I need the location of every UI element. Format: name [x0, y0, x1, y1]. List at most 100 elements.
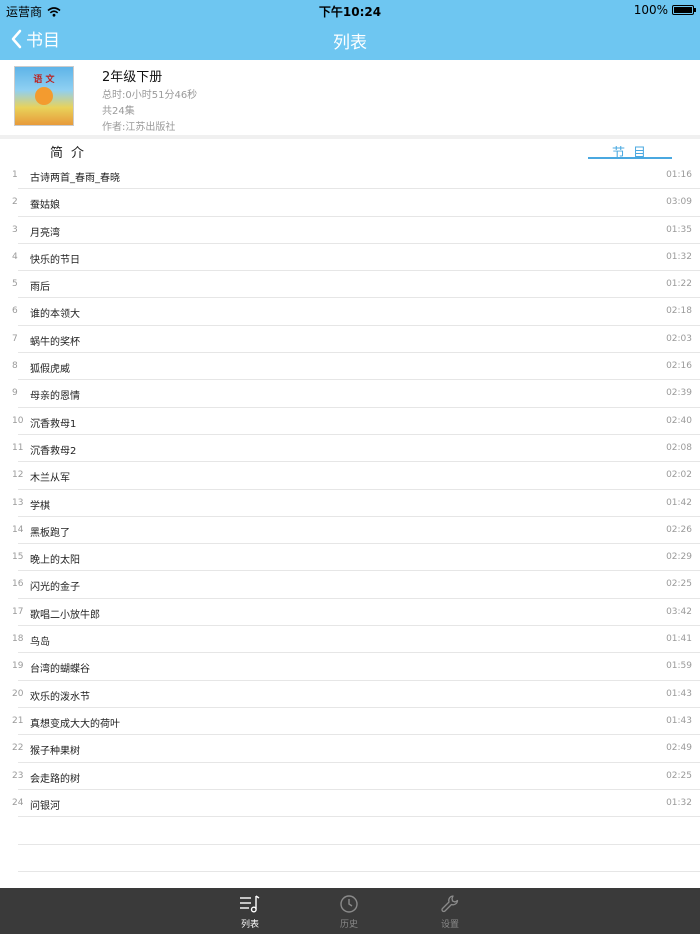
episode-duration: 02:16 — [666, 361, 692, 372]
tabbar-label-settings: 设置 — [440, 920, 459, 930]
episode-duration: 03:42 — [666, 606, 692, 617]
episode-number: 9 — [12, 388, 18, 399]
list-item[interactable]: 17 歌唱二小放牛郎 03:42 — [0, 599, 700, 627]
episode-title: 蜗牛的奖杯 — [30, 336, 80, 348]
book-title: 2年级下册 — [102, 70, 163, 85]
list-item[interactable]: 24 问银河 01:32 — [0, 790, 700, 818]
episode-duration: 01:16 — [666, 170, 692, 180]
tabbar-item-settings[interactable]: 设置 — [430, 894, 470, 930]
episode-title: 真想变成大大的荷叶 — [30, 718, 120, 730]
list-item[interactable]: 21 真想变成大大的荷叶 01:43 — [0, 708, 700, 736]
list-item[interactable]: 22 猴子种果树 02:49 — [0, 735, 700, 763]
episode-duration: 01:32 — [666, 797, 692, 808]
wrench-icon — [441, 895, 459, 913]
cover-title: 语 文 — [33, 75, 55, 85]
episode-title: 黑板跑了 — [30, 527, 70, 539]
book-cover: 语 文 — [14, 66, 74, 126]
episode-duration: 02:02 — [666, 470, 692, 481]
episode-duration: 02:39 — [666, 388, 692, 399]
episode-title: 会走路的树 — [30, 773, 80, 785]
episode-title: 谁的本领大 — [30, 309, 80, 321]
list-item[interactable]: 23 会走路的树 02:25 — [0, 763, 700, 790]
episode-number: 24 — [12, 797, 24, 808]
navigation-bar: 书目 列表 — [0, 20, 700, 60]
episode-title: 蚕姑娘 — [30, 200, 60, 212]
episode-duration: 01:35 — [666, 224, 692, 235]
status-bar: 运营商 下午10:24 100% — [0, 0, 700, 20]
tabbar-label-list: 列表 — [240, 920, 259, 930]
list-separator — [18, 844, 700, 845]
list-item[interactable]: 19 台湾的蝴蝶谷 01:59 — [0, 653, 700, 681]
list-item[interactable]: 20 欢乐的泼水节 01:43 — [0, 681, 700, 708]
episode-number: 13 — [12, 497, 24, 508]
list-item[interactable]: 8 狐假虎威 02:16 — [0, 353, 700, 381]
episode-number: 7 — [12, 333, 18, 344]
episode-number: 14 — [12, 524, 24, 535]
list-item[interactable]: 18 鸟岛 01:41 — [0, 626, 700, 654]
episode-title: 古诗两首_春雨_春晓 — [30, 173, 120, 184]
episode-number: 1 — [12, 170, 18, 180]
episode-duration: 01:32 — [666, 251, 692, 262]
tab-intro[interactable]: 简介 — [50, 142, 92, 161]
episode-number: 20 — [12, 688, 24, 699]
episode-duration: 02:49 — [666, 743, 692, 754]
list-item[interactable]: 7 蜗牛的奖杯 02:03 — [0, 326, 700, 354]
list-item[interactable]: 3 月亮湾 01:35 — [0, 217, 700, 244]
episode-number: 19 — [12, 661, 24, 672]
episode-duration: 01:41 — [666, 634, 692, 645]
top-header: 运营商 下午10:24 100% 书目 列表 — [0, 0, 700, 60]
list-item[interactable]: 11 沉香救母2 02:08 — [0, 435, 700, 463]
list-item[interactable]: 6 谁的本领大 02:18 — [0, 298, 700, 326]
list-item[interactable]: 2 蚕姑娘 03:09 — [0, 189, 700, 217]
episode-title: 闪光的金子 — [30, 582, 80, 594]
episode-duration: 02:25 — [666, 770, 692, 781]
episode-duration: 02:26 — [666, 524, 692, 535]
episode-duration: 01:59 — [666, 661, 692, 672]
episode-title: 狐假虎威 — [30, 364, 70, 376]
episode-number: 12 — [12, 470, 24, 481]
episode-duration: 02:29 — [666, 552, 692, 563]
episode-title: 木兰从军 — [30, 473, 70, 485]
list-item[interactable]: 4 快乐的节日 01:32 — [0, 244, 700, 272]
tabbar-item-history[interactable]: 历史 — [329, 894, 369, 930]
episode-title: 猴子种果树 — [30, 746, 80, 758]
list-item[interactable]: 12 木兰从军 02:02 — [0, 462, 700, 490]
episode-duration: 02:03 — [666, 333, 692, 344]
book-episode-count: 共24集 — [102, 106, 135, 117]
list-item[interactable]: 16 闪光的金子 02:25 — [0, 571, 700, 599]
episode-number: 4 — [12, 251, 18, 262]
episode-list: 1 古诗两首_春雨_春晓 01:16 2 蚕姑娘 03:09 3 月亮湾 01:35 4 快乐的节日… — [0, 162, 700, 818]
book-author: 作者:江苏出版社 — [102, 122, 176, 133]
episode-title: 晚上的太阳 — [30, 555, 80, 567]
page-title: 列表 — [333, 33, 367, 53]
episode-duration: 02:40 — [666, 415, 692, 426]
list-item[interactable]: 1 古诗两首_春雨_春晓 01:16 — [0, 162, 700, 190]
episode-title: 月亮湾 — [30, 227, 60, 239]
episode-number: 16 — [12, 579, 24, 590]
book-header: 语 文 2年级下册 总时:0小时51分46秒 共24集 作者:江苏出版社 — [0, 60, 700, 135]
list-separator — [18, 871, 700, 872]
list-item[interactable]: 9 母亲的恩情 02:39 — [0, 380, 700, 408]
list-item[interactable]: 15 晚上的太阳 02:29 — [0, 544, 700, 572]
tabbar-label-history: 历史 — [339, 920, 358, 930]
episode-number: 18 — [12, 634, 24, 645]
list-item[interactable]: 5 雨后 01:22 — [0, 271, 700, 299]
episode-title: 雨后 — [30, 282, 50, 294]
episode-title: 沉香救母1 — [30, 418, 77, 430]
clock-label: 下午10:24 — [318, 5, 382, 19]
tab-active-indicator — [588, 157, 672, 159]
list-item[interactable]: 13 学棋 01:42 — [0, 490, 700, 517]
tabbar-item-list[interactable]: 列表 — [230, 894, 270, 930]
episode-number: 22 — [12, 743, 24, 754]
episode-number: 10 — [12, 415, 24, 426]
episode-number: 6 — [12, 306, 18, 317]
episode-duration: 01:42 — [666, 497, 692, 508]
list-item[interactable]: 14 黑板跑了 02:26 — [0, 517, 700, 545]
list-item[interactable]: 10 沉香救母1 02:40 — [0, 408, 700, 435]
row-divider — [18, 816, 700, 818]
episode-title: 问银河 — [30, 800, 60, 812]
battery-icon — [672, 5, 696, 15]
episode-number: 11 — [12, 442, 24, 453]
list-music-icon — [240, 895, 260, 913]
episode-number: 15 — [12, 552, 24, 563]
